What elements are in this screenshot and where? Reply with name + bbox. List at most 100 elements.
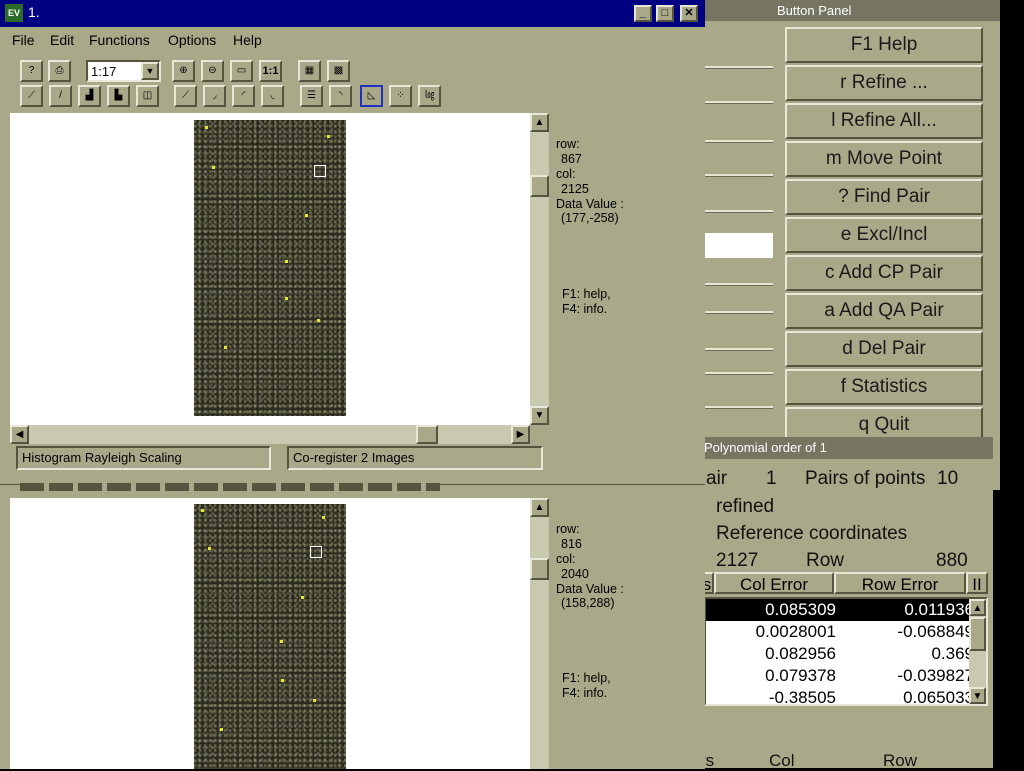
help-tool-icon[interactable]: ? xyxy=(20,60,43,82)
scroll-right-icon[interactable]: ▶ xyxy=(511,425,530,444)
menu-options[interactable]: Options xyxy=(168,32,216,48)
button-panel: Button Panel F1 Help r Refine ... l Refi… xyxy=(773,0,1000,443)
zoom-reset-button[interactable]: 1:1 xyxy=(259,60,282,82)
col-error-cell: 0.0028001 xyxy=(755,622,836,641)
frame-icon[interactable]: ◫ xyxy=(136,85,159,107)
control-point[interactable] xyxy=(212,166,215,169)
del-pair-button[interactable]: d Del Pair xyxy=(785,331,983,367)
table-scrollbar[interactable]: ▲ ▼ xyxy=(969,599,986,704)
table-row[interactable]: -0.38505 0.065033 xyxy=(706,687,974,709)
top-vertical-scrollbar[interactable]: ▲ ▼ xyxy=(530,113,549,425)
table-row[interactable]: 0.079378 -0.039827 xyxy=(706,665,974,687)
col-error-cell: 0.082956 xyxy=(765,644,836,663)
zoom-out-icon[interactable]: ⊖ xyxy=(201,60,224,82)
control-point[interactable] xyxy=(317,319,320,322)
title-bar[interactable]: EV 1. _ □ ✕ xyxy=(0,0,705,27)
log-scale-icon[interactable]: ㏒ xyxy=(418,85,441,107)
bottom-image-viewport[interactable] xyxy=(10,498,530,769)
column-header-ii[interactable]: II xyxy=(966,572,988,594)
scroll-down-icon[interactable]: ▼ xyxy=(530,406,549,425)
pairs-of-points-value: 10 xyxy=(937,468,959,489)
maximize-icon[interactable]: □ xyxy=(656,5,674,22)
scroll-left-icon[interactable]: ◀ xyxy=(10,425,29,444)
bottom-vertical-scrollbar[interactable]: ▲ xyxy=(530,498,549,769)
menu-file[interactable]: File xyxy=(12,32,35,48)
scroll-up-icon[interactable]: ▲ xyxy=(530,498,549,517)
scatter-icon[interactable]: ⁘ xyxy=(389,85,412,107)
column-header-col-error[interactable]: Col Error xyxy=(714,572,834,594)
statistics-title: Polynomial order of 1 xyxy=(700,437,993,459)
control-point[interactable] xyxy=(224,346,227,349)
curve-gamma-icon[interactable]: ◞ xyxy=(203,85,226,107)
minimize-icon[interactable]: _ xyxy=(634,5,652,22)
top-sar-image[interactable] xyxy=(194,120,346,416)
row-error-cell: 0.011936 xyxy=(904,600,974,619)
refine-button[interactable]: r Refine ... xyxy=(785,65,983,101)
scroll-thumb[interactable] xyxy=(416,425,438,444)
scroll-up-icon[interactable]: ▲ xyxy=(530,113,549,132)
add-cp-pair-button[interactable]: c Add CP Pair xyxy=(785,255,983,291)
scroll-thumb[interactable] xyxy=(530,175,549,197)
table-row[interactable]: 0.082956 0.369 xyxy=(706,643,974,665)
scroll-up-icon[interactable]: ▲ xyxy=(969,599,986,616)
curve-exp-icon[interactable]: ◟ xyxy=(261,85,284,107)
stretch-clip-icon[interactable]: / xyxy=(49,85,72,107)
selected-point-marker[interactable] xyxy=(310,546,322,558)
excl-incl-button[interactable]: e Excl/Incl xyxy=(785,217,983,253)
table-row[interactable]: 0.0028001 -0.068849 xyxy=(706,621,974,643)
control-point[interactable] xyxy=(305,214,308,217)
refine-all-button[interactable]: l Refine All... xyxy=(785,103,983,139)
col-error-cell: 0.079378 xyxy=(765,666,836,685)
control-point[interactable] xyxy=(285,260,288,263)
row-value: 880 xyxy=(936,550,968,571)
menu-help[interactable]: Help xyxy=(233,32,262,48)
scroll-thumb[interactable] xyxy=(969,617,986,651)
cursor-col-value: 2040 xyxy=(561,567,589,581)
zoom-in-icon[interactable]: ⊕ xyxy=(172,60,195,82)
rayleigh-active-icon[interactable]: ◺ xyxy=(360,85,383,107)
control-point[interactable] xyxy=(301,596,304,599)
control-point[interactable] xyxy=(285,297,288,300)
control-point[interactable] xyxy=(201,509,204,512)
help-button[interactable]: F1 Help xyxy=(785,27,983,63)
control-point[interactable] xyxy=(205,126,208,129)
control-point[interactable] xyxy=(327,135,330,138)
menu-functions[interactable]: Functions xyxy=(89,32,150,48)
top-image-viewport[interactable] xyxy=(10,113,530,425)
control-point[interactable] xyxy=(280,640,283,643)
rayleigh-icon[interactable]: ◝ xyxy=(329,85,352,107)
scroll-down-icon[interactable]: ▼ xyxy=(969,687,986,704)
table-row[interactable]: 0.085309 0.011936 xyxy=(706,599,974,621)
menu-edit[interactable]: Edit xyxy=(50,32,74,48)
curve-log-icon[interactable]: ◜ xyxy=(232,85,255,107)
zoom-select[interactable]: 1:17 ▼ xyxy=(86,60,161,82)
move-point-button[interactable]: m Move Point xyxy=(785,141,983,177)
curve-linear-icon[interactable]: ⟋ xyxy=(174,85,197,107)
histogram-icon[interactable]: ▟ xyxy=(78,85,101,107)
stretch-linear-icon[interactable]: ⟋ xyxy=(20,85,43,107)
table-icon[interactable]: ☰ xyxy=(300,85,323,107)
selected-point-marker[interactable] xyxy=(314,165,326,177)
control-point[interactable] xyxy=(322,516,325,519)
background-input[interactable] xyxy=(704,233,778,258)
add-qa-pair-button[interactable]: a Add QA Pair xyxy=(785,293,983,329)
control-point[interactable] xyxy=(208,547,211,550)
row-error-cell: -0.039827 xyxy=(897,666,974,685)
footer-col-label: Col xyxy=(769,751,795,770)
print-icon[interactable]: ⎙ xyxy=(48,60,71,82)
top-horizontal-scrollbar[interactable]: ◀ ▶ xyxy=(10,425,530,444)
bottom-sar-image[interactable] xyxy=(194,504,346,769)
control-point[interactable] xyxy=(220,728,223,731)
fit-window-icon[interactable]: ▭ xyxy=(230,60,253,82)
close-icon[interactable]: ✕ xyxy=(680,5,698,22)
find-pair-button[interactable]: ? Find Pair xyxy=(785,179,983,215)
overlay-icon[interactable]: ▩ xyxy=(327,60,350,82)
histogram-eq-icon[interactable]: ▙ xyxy=(107,85,130,107)
scroll-thumb[interactable] xyxy=(530,558,549,580)
statistics-button[interactable]: f Statistics xyxy=(785,369,983,405)
grid-icon[interactable]: ▦ xyxy=(298,60,321,82)
column-header-row-error[interactable]: Row Error xyxy=(834,572,966,594)
chevron-down-icon[interactable]: ▼ xyxy=(141,62,159,80)
control-point[interactable] xyxy=(313,699,316,702)
control-point[interactable] xyxy=(281,679,284,682)
